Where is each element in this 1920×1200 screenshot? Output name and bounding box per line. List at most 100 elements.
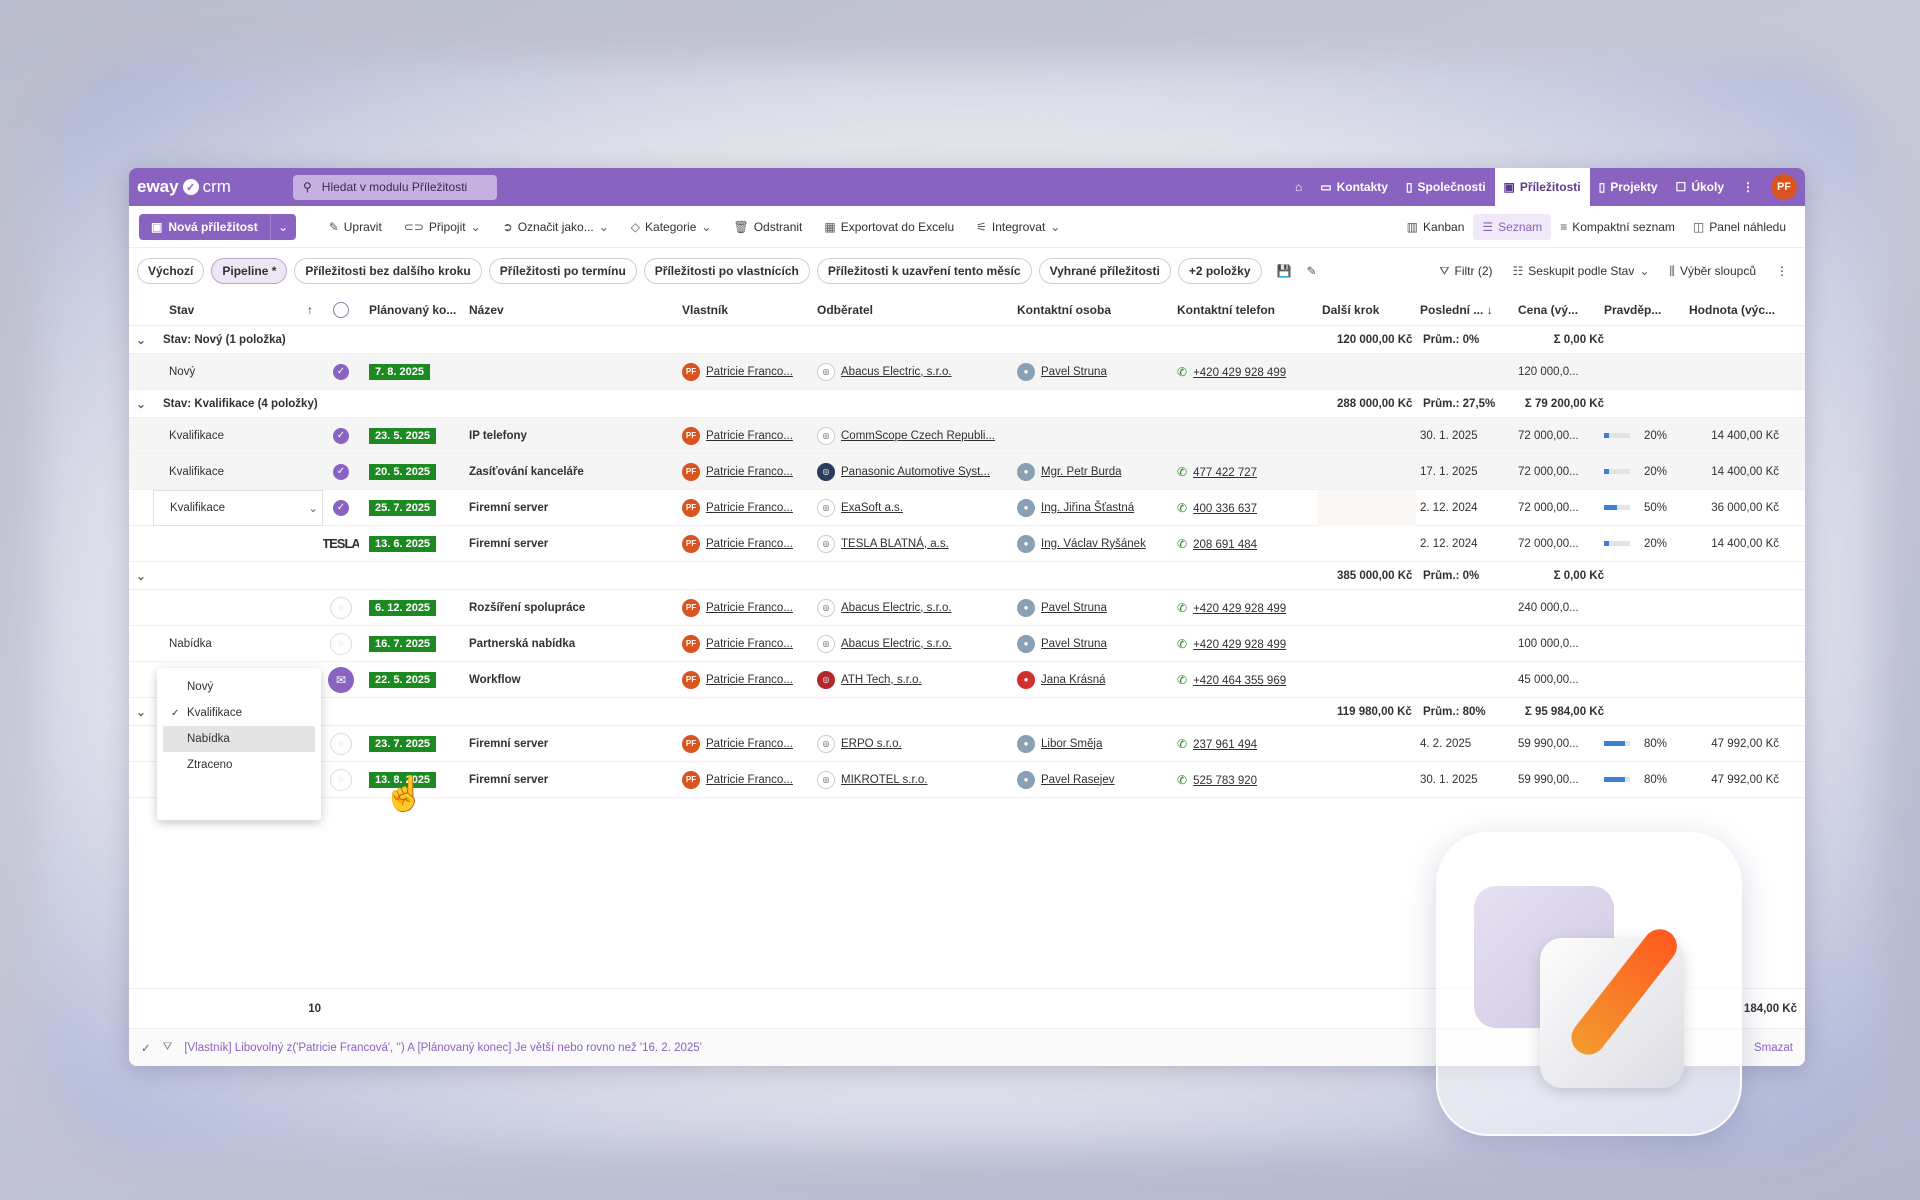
- chevron-down-icon[interactable]: ⌄: [269, 213, 296, 240]
- phone-link[interactable]: 237 961 494: [1193, 739, 1257, 751]
- tab-opportunities[interactable]: ▣ Příležitosti: [1494, 168, 1590, 206]
- table-row[interactable]: Nabídka ◌ 16. 7. 2025 Partnerská nabídka PF P…: [129, 626, 1805, 662]
- column-probability[interactable]: Pravděp...: [1600, 303, 1685, 317]
- tab-companies[interactable]: ▯ Společnosti: [1397, 168, 1495, 206]
- customer-link[interactable]: CommScope Czech Republi...: [841, 430, 995, 442]
- tab-contacts[interactable]: ▭ Kontakty: [1311, 168, 1397, 206]
- view-pill[interactable]: Příležitosti po termínu: [488, 258, 637, 284]
- phone-link[interactable]: +420 429 928 499: [1193, 603, 1286, 615]
- owner-link[interactable]: Patricie Franco...: [706, 638, 793, 650]
- tab-projects[interactable]: ▯ Projekty: [1590, 168, 1667, 206]
- customer-link[interactable]: ERPO s.r.o.: [841, 738, 902, 750]
- phone-link[interactable]: 208 691 484: [1193, 539, 1257, 551]
- preview-panel-button[interactable]: ◫ Panel náhledu: [1684, 214, 1795, 240]
- integrate-button[interactable]: ⚟ Integrovat ⌄: [967, 214, 1069, 240]
- contact-link[interactable]: Mgr. Petr Burda: [1041, 466, 1122, 478]
- owner-link[interactable]: Patricie Franco...: [706, 538, 793, 550]
- column-phone[interactable]: Kontaktní telefon: [1173, 303, 1318, 317]
- more-icon[interactable]: ⋮: [1733, 168, 1763, 206]
- view-pill[interactable]: Vyhrané příležitosti: [1038, 258, 1171, 284]
- dropdown-option[interactable]: Nový: [163, 674, 315, 700]
- phone-link[interactable]: 400 336 637: [1193, 503, 1257, 515]
- group-row[interactable]: ⌄ 385 000,00 Kč Prům.: 0% Σ 0,00 Kč: [129, 562, 1805, 590]
- table-row[interactable]: Nový ✓ 7. 8. 2025 PF Patricie Franco... ◎ Abac…: [129, 354, 1805, 390]
- select-all-icon[interactable]: [323, 301, 359, 318]
- contact-link[interactable]: Pavel Struna: [1041, 638, 1107, 650]
- table-row[interactable]: Kvalifikace ⌄ ✓ 25. 7. 2025 Firemní server PF…: [129, 489, 1805, 526]
- table-row[interactable]: Smlouva◌23. 7. 2025Firemní serverPFPatri…: [129, 726, 1805, 762]
- delete-button[interactable]: 🗑 Odstranit: [724, 214, 811, 240]
- view-pill[interactable]: Pipeline *: [211, 258, 288, 284]
- filter-button[interactable]: ⛛ Filtr (2): [1430, 258, 1501, 284]
- phone-link[interactable]: 525 783 920: [1193, 775, 1257, 787]
- phone-link[interactable]: +420 429 928 499: [1193, 639, 1286, 651]
- customer-link[interactable]: ExaSoft a.s.: [841, 502, 903, 514]
- phone-link[interactable]: +420 464 355 969: [1193, 675, 1286, 687]
- contact-link[interactable]: Ing. Jiřina Šťastná: [1041, 502, 1134, 514]
- edit-button[interactable]: ✎ Upravit: [320, 214, 391, 240]
- more-icon[interactable]: ⋮: [1767, 258, 1797, 284]
- contact-link[interactable]: Libor Směja: [1041, 738, 1102, 750]
- check-circle-icon[interactable]: ✓: [333, 363, 349, 380]
- search-input[interactable]: ⚲ Hledat v modulu Příležitosti: [293, 174, 497, 200]
- check-icon[interactable]: ✓: [141, 1041, 151, 1055]
- column-owner[interactable]: Vlastník: [678, 303, 813, 317]
- status-select[interactable]: Kvalifikace ⌄: [153, 489, 323, 526]
- table-row[interactable]: Smlouva◌13. 8. 2025Firemní serverPFPatri…: [129, 762, 1805, 798]
- contact-link[interactable]: Ing. Václav Ryšánek: [1041, 538, 1146, 550]
- contact-link[interactable]: Jana Krásná: [1041, 674, 1106, 686]
- mark-as-button[interactable]: ➲ Označit jako... ⌄: [494, 214, 618, 240]
- column-contact[interactable]: Kontaktní osoba: [1013, 303, 1173, 317]
- phone-link[interactable]: +420 429 928 499: [1193, 367, 1286, 379]
- owner-link[interactable]: Patricie Franco...: [706, 738, 793, 750]
- phone-link[interactable]: 477 422 727: [1193, 467, 1257, 479]
- export-excel-button[interactable]: ▦ Exportovat do Excelu: [815, 214, 963, 240]
- contact-link[interactable]: Pavel Struna: [1041, 602, 1107, 614]
- customer-link[interactable]: TESLA BLATNÁ, a.s.: [841, 538, 949, 550]
- pencil-icon[interactable]: ✎: [1306, 264, 1316, 278]
- save-icon[interactable]: 💾: [1277, 264, 1292, 278]
- group-row[interactable]: ⌄Stav: Smlouva (2 položky)119 980,00 KčP…: [129, 698, 1805, 726]
- dropdown-option[interactable]: Nabídka: [163, 726, 315, 752]
- check-circle-icon[interactable]: ✓: [333, 463, 349, 480]
- dropdown-option[interactable]: Ztraceno: [163, 752, 315, 778]
- category-button[interactable]: ◇ Kategorie ⌄: [622, 214, 721, 240]
- column-customer[interactable]: Odběratel: [813, 303, 1013, 317]
- view-pill[interactable]: +2 položky: [1177, 258, 1262, 284]
- group-row[interactable]: ⌄ Stav: Kvalifikace (4 položky) 288 000,00…: [129, 390, 1805, 418]
- view-pill[interactable]: Výchozí: [137, 258, 205, 284]
- customer-link[interactable]: Panasonic Automotive Syst...: [841, 466, 990, 478]
- customer-link[interactable]: ATH Tech, s.r.o.: [841, 674, 922, 686]
- compact-list-button[interactable]: ≡ Kompaktní seznam: [1551, 214, 1684, 240]
- column-planned[interactable]: Plánovaný ko...: [359, 303, 465, 317]
- table-row[interactable]: TESLA 13. 6. 2025 Firemní server PF Patricie…: [129, 526, 1805, 562]
- contact-link[interactable]: Pavel Rasejev: [1041, 774, 1115, 786]
- owner-link[interactable]: Patricie Franco...: [706, 674, 793, 686]
- chevron-down-icon[interactable]: ⌄: [129, 397, 153, 411]
- customer-link[interactable]: Abacus Electric, s.r.o.: [841, 602, 952, 614]
- chevron-down-icon[interactable]: ⌄: [129, 333, 153, 347]
- column-last[interactable]: Poslední ... ↓: [1416, 303, 1514, 317]
- owner-link[interactable]: Patricie Franco...: [706, 430, 793, 442]
- owner-link[interactable]: Patricie Franco...: [706, 774, 793, 786]
- view-pill[interactable]: Příležitosti bez dalšího kroku: [294, 258, 482, 284]
- group-by-button[interactable]: ☷ Seskupit podle Stav ⌄: [1504, 258, 1659, 284]
- new-opportunity-button[interactable]: ▣ Nová příležitost ⌄: [139, 213, 296, 240]
- owner-link[interactable]: Patricie Franco...: [706, 366, 793, 378]
- check-circle-icon[interactable]: ✓: [333, 499, 349, 516]
- dropdown-option[interactable]: ✓ Kvalifikace: [163, 700, 315, 726]
- home-icon[interactable]: ⌂: [1286, 168, 1311, 206]
- table-row[interactable]: ◌ 6. 12. 2025 Rozšíření spolupráce PF Patric…: [129, 590, 1805, 626]
- check-circle-icon[interactable]: ✓: [333, 427, 349, 444]
- table-row[interactable]: Kvalifikace ✓ 23. 5. 2025 IP telefony PF Patr…: [129, 418, 1805, 454]
- customer-link[interactable]: MIKROTEL s.r.o.: [841, 774, 927, 786]
- column-name[interactable]: Název: [465, 303, 678, 317]
- list-view-button[interactable]: ☰ Seznam: [1473, 213, 1552, 240]
- column-price[interactable]: Cena (vý...: [1514, 303, 1600, 317]
- app-logo[interactable]: eway ✓ crm: [137, 177, 293, 197]
- tab-tasks[interactable]: ☐ Úkoly: [1667, 168, 1733, 206]
- customer-link[interactable]: Abacus Electric, s.r.o.: [841, 366, 952, 378]
- column-next-step[interactable]: Další krok: [1318, 303, 1416, 317]
- kanban-view-button[interactable]: ▥ Kanban: [1398, 214, 1474, 240]
- view-pill[interactable]: Příležitosti po vlastnících: [643, 258, 810, 284]
